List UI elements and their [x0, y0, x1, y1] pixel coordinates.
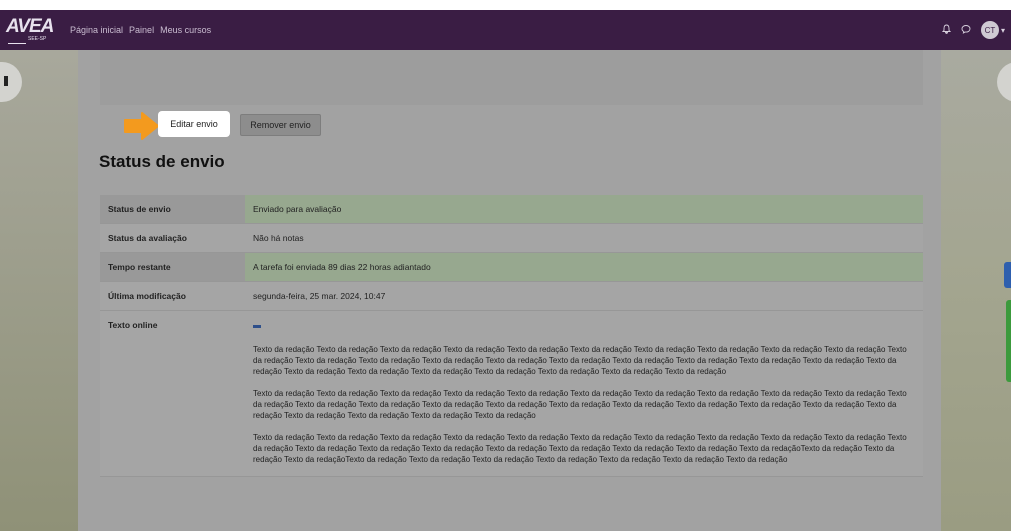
assignment-header-panel [100, 50, 923, 105]
row-value: Não há notas [253, 233, 304, 243]
table-row: Última modificação segunda-feira, 25 mar… [100, 282, 923, 311]
logo-subtext: SEE-SP [28, 36, 47, 42]
logo-underline [8, 43, 26, 44]
row-label: Texto online [108, 320, 158, 330]
chevron-down-icon[interactable]: ▾ [1001, 26, 1005, 35]
row-label: Status da avaliação [100, 224, 245, 252]
remove-submission-button[interactable]: Remover envio [240, 114, 321, 136]
nav-link-dashboard[interactable]: Painel [129, 25, 154, 35]
row-label: Status de envio [100, 195, 245, 223]
essay-paragraph: Texto da redação Texto da redação Texto … [253, 389, 907, 420]
bell-icon[interactable] [941, 24, 952, 37]
row-label: Tempo restante [100, 253, 245, 281]
essay-paragraph: Texto da redação Texto da redação Texto … [253, 433, 907, 464]
side-tab-green[interactable] [1006, 300, 1011, 382]
submission-status-table: Status de envio Enviado para avaliação S… [100, 195, 923, 477]
table-row: Tempo restante A tarefa foi enviada 89 d… [100, 253, 923, 282]
navbar-user-area: CT ▾ [941, 21, 1011, 39]
page-title: Status de envio [99, 152, 225, 171]
expand-marker[interactable] [253, 325, 261, 328]
site-logo[interactable]: AVEA SEE-SP [0, 10, 56, 50]
row-value: Enviado para avaliação [253, 204, 342, 214]
primary-nav: Página inicial Painel Meus cursos [70, 25, 211, 35]
online-text-content: Texto da redação Texto da redação Texto … [245, 311, 923, 476]
chat-icon[interactable] [961, 24, 971, 37]
nav-link-home[interactable]: Página inicial [70, 25, 123, 35]
drawer-icon [4, 76, 8, 86]
logo-text: AVEA [6, 16, 54, 37]
window-top-strip [0, 0, 1011, 10]
essay-paragraph: Texto da redação Texto da redação Texto … [253, 345, 907, 376]
row-value: segunda-feira, 25 mar. 2024, 10:47 [253, 291, 386, 301]
table-row: Status da avaliação Não há notas [100, 224, 923, 253]
table-row: Status de envio Enviado para avaliação [100, 195, 923, 224]
side-tab-blue[interactable] [1004, 262, 1011, 288]
left-backdrop [0, 50, 78, 531]
avatar[interactable]: CT [980, 21, 999, 39]
table-row: Texto online Texto da redação Texto da r… [100, 311, 923, 477]
row-value: A tarefa foi enviada 89 dias 22 horas ad… [253, 262, 431, 272]
arrow-icon [124, 112, 159, 140]
top-navbar: AVEA SEE-SP Página inicial Painel Meus c… [0, 10, 1011, 50]
edit-submission-button[interactable]: Editar envio [160, 113, 228, 135]
right-backdrop [941, 50, 1011, 531]
row-label: Última modificação [100, 282, 245, 310]
nav-link-my-courses[interactable]: Meus cursos [160, 25, 211, 35]
